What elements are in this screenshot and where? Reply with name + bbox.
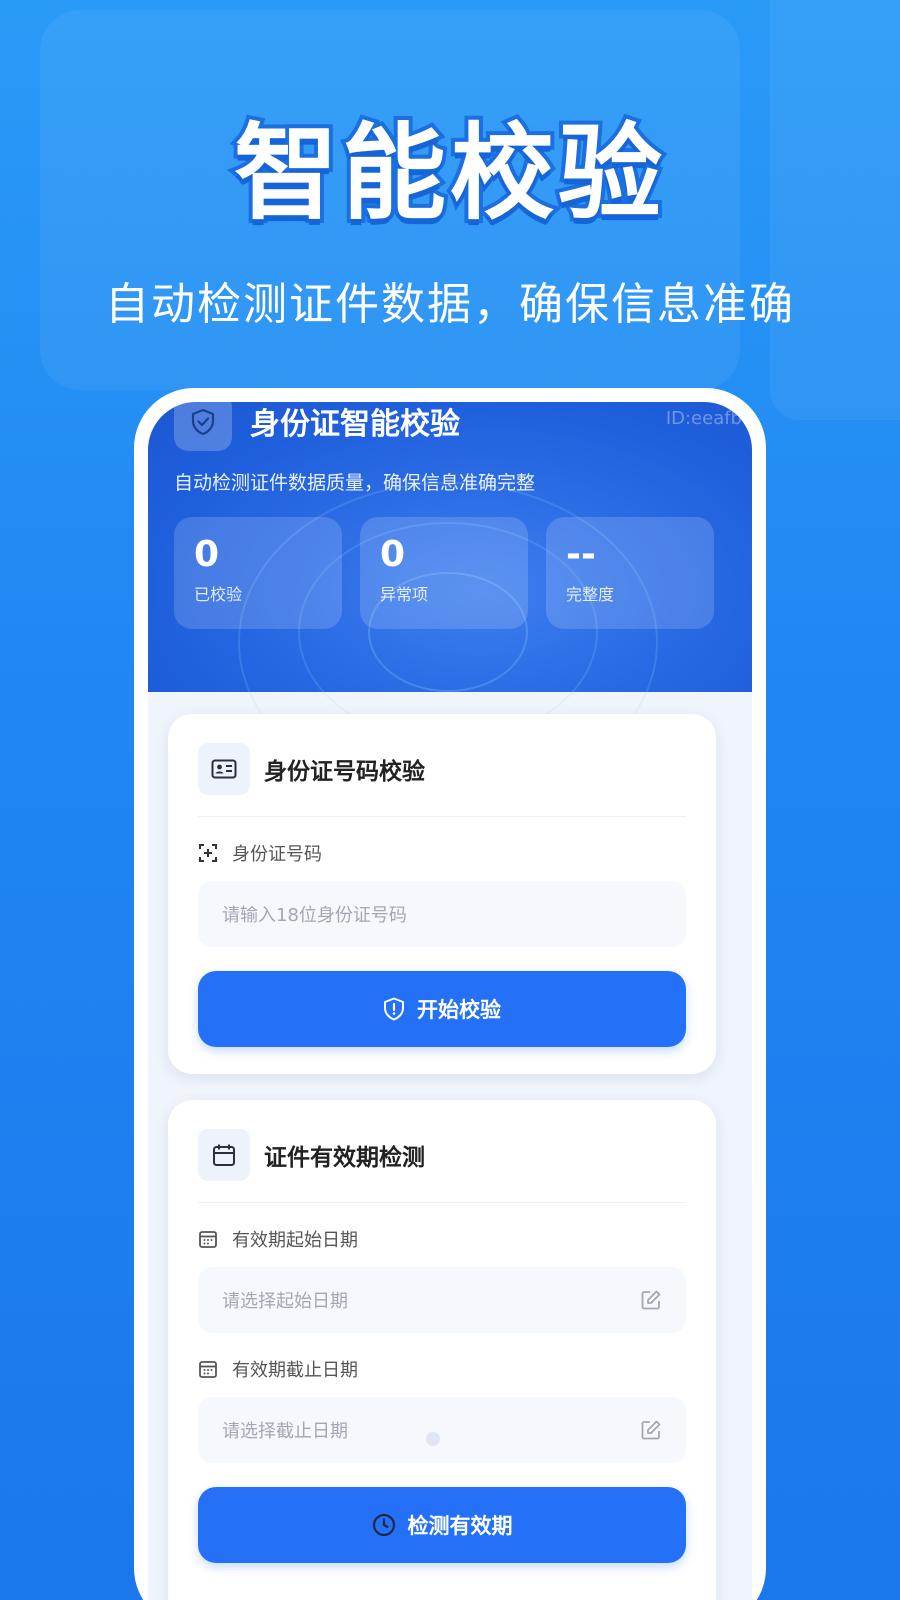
- stat-label: 异常项: [380, 585, 429, 604]
- stat-label: 已校验: [194, 585, 243, 604]
- calendar-icon: [199, 1231, 217, 1248]
- stat-completeness: -- 完整度: [546, 517, 714, 629]
- card-title: 身份证号码校验: [264, 759, 425, 785]
- edit-icon[interactable]: [640, 1289, 662, 1311]
- id-label: ID:eeafb: [665, 408, 742, 429]
- phone-frame: 身份证智能校验 ID:eeafb 自动检测证件数据质量，确保信息准确完整 0 已…: [134, 388, 766, 1600]
- field-label-row: 有效期截止日期: [198, 1357, 686, 1381]
- stat-value: --: [566, 534, 596, 575]
- hero-subtitle: 自动检测证件数据，确保信息准确: [105, 279, 795, 330]
- input-placeholder: 请输入18位身份证号码: [222, 905, 407, 926]
- shield-icon: [174, 402, 232, 451]
- card-header: 身份证号码校验: [198, 742, 686, 796]
- start-date-input[interactable]: 请选择起始日期: [198, 1267, 686, 1333]
- id-check-card: 身份证号码校验 身份证号码 请输入18位身份证号码 开始校验: [168, 714, 716, 1074]
- validity-check-card: 证件有效期检测 有效期起始日期 请选择起始日期 有效期截止日期 请选择截止日期: [168, 1100, 716, 1600]
- shield-alert-icon: [384, 997, 404, 1021]
- field-label-row: 有效期起始日期: [198, 1227, 686, 1251]
- start-verify-button[interactable]: 开始校验: [198, 971, 686, 1047]
- edit-icon[interactable]: [640, 1419, 662, 1441]
- input-placeholder: 请选择截止日期: [222, 1421, 348, 1442]
- stats-row: 0 已校验 0 异常项 -- 完整度: [174, 517, 726, 629]
- stat-value: 0: [194, 534, 220, 575]
- button-label: 检测有效期: [407, 1514, 513, 1538]
- divider: [198, 816, 686, 817]
- calendar-icon: [199, 1361, 217, 1378]
- field-label: 有效期截止日期: [232, 1360, 358, 1381]
- header-title-row: 身份证智能校验 ID:eeafb: [174, 402, 742, 458]
- stat-anomalies: 0 异常项: [360, 517, 528, 629]
- field-label: 有效期起始日期: [232, 1230, 358, 1251]
- id-number-input[interactable]: 请输入18位身份证号码: [198, 881, 686, 947]
- page-indicator: [426, 1432, 440, 1446]
- hero-title: 智能校验: [230, 108, 666, 238]
- scan-icon: [199, 844, 217, 862]
- screen-header: 身份证智能校验 ID:eeafb 自动检测证件数据质量，确保信息准确完整 0 已…: [148, 402, 752, 802]
- card-header: 证件有效期检测: [198, 1128, 686, 1182]
- calendar-icon: [198, 1129, 250, 1181]
- check-validity-button[interactable]: 检测有效期: [198, 1487, 686, 1563]
- input-placeholder: 请选择起始日期: [222, 1291, 348, 1312]
- id-card-icon: [198, 743, 250, 795]
- field-label: 身份证号码: [232, 844, 322, 865]
- card-title: 证件有效期检测: [264, 1145, 425, 1171]
- clock-icon: [372, 1513, 395, 1537]
- app-screen: 身份证智能校验 ID:eeafb 自动检测证件数据质量，确保信息准确完整 0 已…: [148, 402, 752, 1600]
- stat-label: 完整度: [566, 585, 615, 604]
- screen-description: 自动检测证件数据质量，确保信息准确完整: [174, 472, 536, 494]
- field-label-row: 身份证号码: [198, 841, 686, 865]
- stat-verified: 0 已校验: [174, 517, 342, 629]
- screen-title: 身份证智能校验: [250, 407, 460, 442]
- end-date-input[interactable]: 请选择截止日期: [198, 1397, 686, 1463]
- divider: [198, 1202, 686, 1203]
- stat-value: 0: [380, 534, 406, 575]
- button-label: 开始校验: [417, 998, 501, 1022]
